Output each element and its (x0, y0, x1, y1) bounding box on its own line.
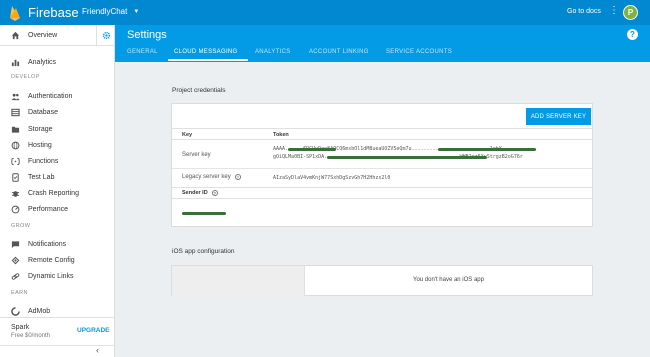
sidebar-item-label: Remote Config (28, 256, 75, 264)
sidebar-item-functions[interactable]: Functions (0, 154, 115, 168)
plan-price: Free $0/month (11, 333, 51, 339)
database-icon (11, 108, 20, 116)
brand-name: Firebase (28, 5, 79, 20)
sidebar-item-overview[interactable]: Overview (0, 25, 92, 46)
tab-account-linking[interactable]: ACCOUNT LINKING (309, 49, 369, 55)
bug-icon (11, 190, 20, 197)
plan-name: Spark (11, 324, 30, 331)
overview-row: Overview (0, 25, 115, 46)
legacy-server-key-value[interactable]: AIzaSyDlaV4vmKnjW77SxhDgSzvGh7H2Hhzs2l0 (273, 175, 390, 181)
project-selector[interactable]: FriendlyChat ▼ (82, 7, 139, 16)
chat-icon (11, 240, 20, 248)
section-label-develop: DEVELOP (11, 74, 40, 80)
legacy-server-key-label: Legacy server key ? (182, 174, 241, 180)
globe-icon (11, 141, 20, 149)
phone-check-icon (12, 172, 19, 182)
sidebar-item-database[interactable]: Database (0, 105, 115, 119)
top-app-bar: Firebase FriendlyChat ▼ Go to docs ⋮ P (0, 0, 650, 25)
remote-config-icon (11, 256, 20, 264)
sidebar-item-label: Overview (28, 32, 58, 39)
help-icon[interactable]: ? (211, 190, 218, 196)
collapse-bar: ‹ (0, 345, 115, 357)
ios-config-title: iOS app configuration (172, 248, 235, 255)
settings-header: Settings ? GENERAL CLOUD MESSAGING ANALY… (115, 25, 650, 62)
sidebar-item-label: Authentication (28, 92, 73, 100)
sidebar-item-label: Functions (28, 157, 59, 165)
sidebar-item-label: Dynamic Links (28, 272, 74, 280)
sidebar-item-label: Hosting (28, 141, 52, 149)
firebase-logo-icon (10, 5, 20, 21)
column-header-key: Key (182, 132, 193, 138)
row-divider (172, 168, 592, 169)
sidebar-item-label: Performance (28, 205, 69, 213)
redaction-mark (438, 148, 536, 151)
avatar[interactable]: P (623, 5, 638, 20)
redaction-mark (288, 148, 336, 151)
sidebar-item-label: AdMob (28, 307, 51, 315)
sidebar-item-label: Crash Reporting (28, 189, 79, 197)
sidebar-item-label: Test Lab (28, 173, 55, 181)
functions-icon (11, 157, 20, 165)
gear-icon (102, 31, 110, 40)
credentials-table-header: Key Token (172, 128, 592, 140)
sidebar-item-label: Notifications (28, 240, 67, 248)
sidebar-item-test-lab[interactable]: Test Lab (0, 170, 115, 184)
section-label-earn: EARN (11, 290, 28, 296)
section-label-grow: GROW (11, 223, 31, 229)
tab-general[interactable]: GENERAL (127, 49, 158, 55)
home-icon (11, 31, 20, 40)
redaction-mark (327, 156, 487, 159)
sidebar-item-remote-config[interactable]: Remote Config (0, 253, 115, 267)
chevron-down-icon: ▼ (133, 8, 140, 15)
ios-app-list-panel (172, 266, 305, 296)
sidebar-item-crash-reporting[interactable]: Crash Reporting (0, 186, 115, 200)
sidebar-item-notifications[interactable]: Notifications (0, 237, 115, 251)
sender-id-text: Sender ID (182, 190, 208, 196)
sidebar-item-label: Database (28, 108, 58, 116)
sidebar: Overview Analytics DEVELOP Authenticatio… (0, 25, 115, 357)
sender-id-redacted-value (182, 212, 226, 215)
people-icon (11, 93, 20, 100)
upgrade-button[interactable]: UPGRADE (77, 327, 110, 334)
project-credentials-title: Project credentials (172, 87, 226, 94)
help-icon[interactable]: ? (627, 29, 638, 40)
chevron-left-icon[interactable]: ‹ (96, 345, 99, 355)
settings-gear-button[interactable] (96, 25, 115, 46)
plan-panel: Spark Free $0/month UPGRADE (0, 317, 115, 345)
more-vert-icon[interactable]: ⋮ (609, 6, 619, 16)
server-key-label: Server key (182, 152, 211, 158)
sidebar-item-authentication[interactable]: Authentication (0, 89, 115, 103)
sidebar-item-performance[interactable]: Performance (0, 202, 115, 216)
no-ios-app-message: You don't have an iOS app (413, 277, 484, 283)
tab-service-accounts[interactable]: SERVICE ACCOUNTS (386, 49, 452, 55)
sidebar-item-label: Storage (28, 125, 53, 133)
page-title: Settings (127, 29, 167, 41)
sidebar-item-admob[interactable]: AdMob (0, 304, 115, 318)
tab-analytics[interactable]: ANALYTICS (255, 49, 291, 55)
sender-id-header: Sender ID ? (172, 187, 592, 199)
link-icon (11, 272, 20, 280)
folder-icon (11, 126, 20, 133)
legacy-server-key-text: Legacy server key (182, 174, 231, 180)
credentials-card: ADD SERVER KEY Key Token Server key AAAA… (171, 103, 593, 227)
active-tab-indicator (168, 59, 248, 61)
help-icon[interactable]: ? (234, 174, 241, 180)
add-server-key-button[interactable]: ADD SERVER KEY (526, 108, 591, 125)
tab-cloud-messaging[interactable]: CLOUD MESSAGING (174, 49, 238, 55)
sidebar-item-hosting[interactable]: Hosting (0, 138, 115, 152)
firebase-brand[interactable]: Firebase (9, 4, 79, 21)
sidebar-item-storage[interactable]: Storage (0, 122, 115, 136)
speedometer-icon (11, 205, 20, 213)
ios-config-card: You don't have an iOS app (171, 265, 593, 296)
column-header-token: Token (273, 132, 289, 138)
analytics-icon (11, 59, 20, 66)
project-name: FriendlyChat (82, 7, 128, 16)
go-to-docs-link[interactable]: Go to docs (567, 8, 601, 15)
admob-icon (11, 306, 20, 316)
sidebar-item-label: Analytics (28, 58, 57, 66)
sidebar-item-dynamic-links[interactable]: Dynamic Links (0, 269, 115, 283)
sidebar-item-analytics[interactable]: Analytics (0, 55, 115, 69)
sender-id-label: Sender ID ? (182, 190, 218, 196)
